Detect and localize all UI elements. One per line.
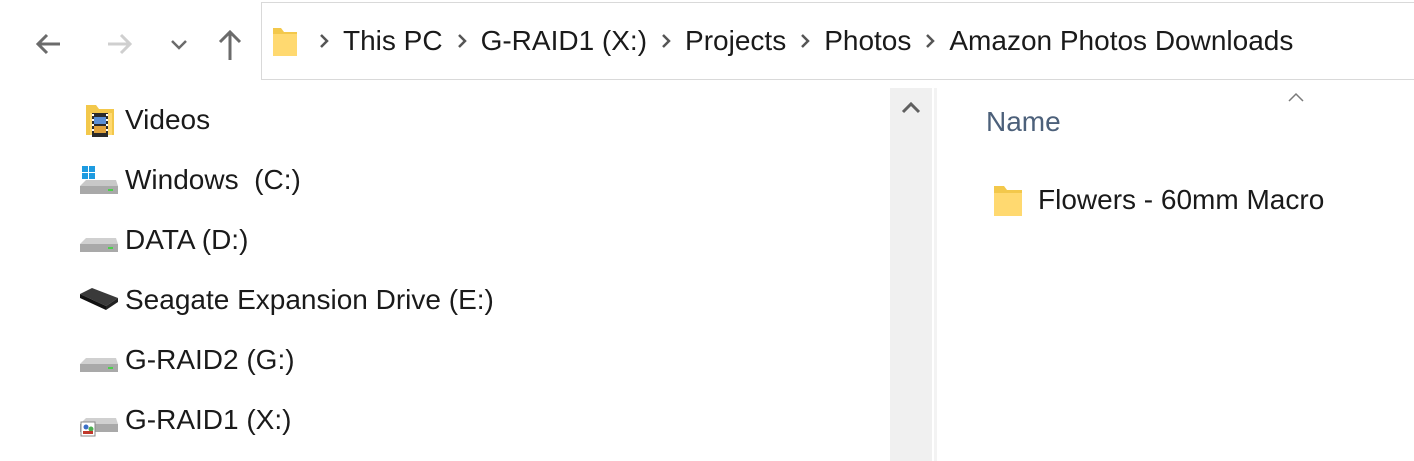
breadcrumb-g-raid1[interactable]: G-RAID1 (X:) [477,25,651,57]
breadcrumb-separator[interactable] [451,33,473,49]
chevron-right-icon [801,34,810,48]
chevron-right-icon [926,34,936,48]
chevron-right-icon [662,34,671,48]
breadcrumb-amazon-photos-downloads[interactable]: Amazon Photos Downloads [945,25,1297,57]
nav-item-label: Seagate Expansion Drive (E:) [125,284,494,315]
pane-divider[interactable] [934,88,937,461]
breadcrumb-separator[interactable] [794,33,816,49]
chevron-right-icon [320,34,329,48]
navigation-pane: Videos Windows (C:) DATA (D:) Seagate Ex… [0,90,890,461]
recent-locations-button[interactable] [162,24,196,64]
nav-item-seagate-e[interactable]: Seagate Expansion Drive (E:) [78,278,494,322]
chevron-down-icon [171,40,187,50]
breadcrumb-separator[interactable] [919,33,941,49]
nav-item-label: Windows (C:) [125,164,301,195]
list-item-name: Flowers - 60mm Macro [1038,184,1325,215]
forward-button[interactable] [103,24,137,64]
breadcrumb-this-pc[interactable]: This PC [339,25,447,57]
list-item[interactable]: Flowers - 60mm Macro [992,178,1324,222]
drive-icon [78,220,122,260]
network-drive-icon [78,400,122,440]
chevron-up-icon [901,101,921,114]
arrow-up-icon [218,29,242,60]
chevron-right-icon [457,34,467,48]
breadcrumb-photos[interactable]: Photos [820,25,915,57]
nav-item-data-d[interactable]: DATA (D:) [78,218,248,262]
nav-item-windows-c[interactable]: Windows (C:) [78,158,301,202]
file-list: Name Flowers - 60mm Macro [938,88,1414,461]
breadcrumb-projects[interactable]: Projects [681,25,790,57]
folder-icon [273,28,297,56]
breadcrumb-separator[interactable] [313,33,335,49]
back-button[interactable] [31,24,65,64]
arrow-right-icon [108,33,133,55]
videos-folder-icon [78,100,122,140]
nav-item-label: G-RAID2 (G:) [125,344,295,375]
address-bar[interactable]: This PC G-RAID1 (X:) Projects Photos Ama… [261,2,1414,80]
arrow-left-icon [35,33,60,55]
scroll-up-button[interactable] [890,88,932,128]
nav-item-label: Videos [125,104,211,135]
nav-item-g-raid2-g[interactable]: G-RAID2 (G:) [78,338,295,382]
external-drive-icon [78,280,122,320]
drive-icon [78,340,122,380]
folder-icon [994,186,1022,216]
breadcrumb-separator[interactable] [655,33,677,49]
column-header-name[interactable]: Name [986,106,1061,138]
nav-item-videos[interactable]: Videos [78,98,210,142]
sort-ascending-icon [1288,92,1304,102]
windows-drive-icon [78,160,122,200]
navigation-scrollbar[interactable] [890,88,932,461]
nav-item-label: G-RAID1 (X:) [125,404,292,435]
nav-item-g-raid1-x[interactable]: G-RAID1 (X:) [78,398,291,442]
nav-item-label: DATA (D:) [125,224,249,255]
up-button[interactable] [213,24,247,64]
